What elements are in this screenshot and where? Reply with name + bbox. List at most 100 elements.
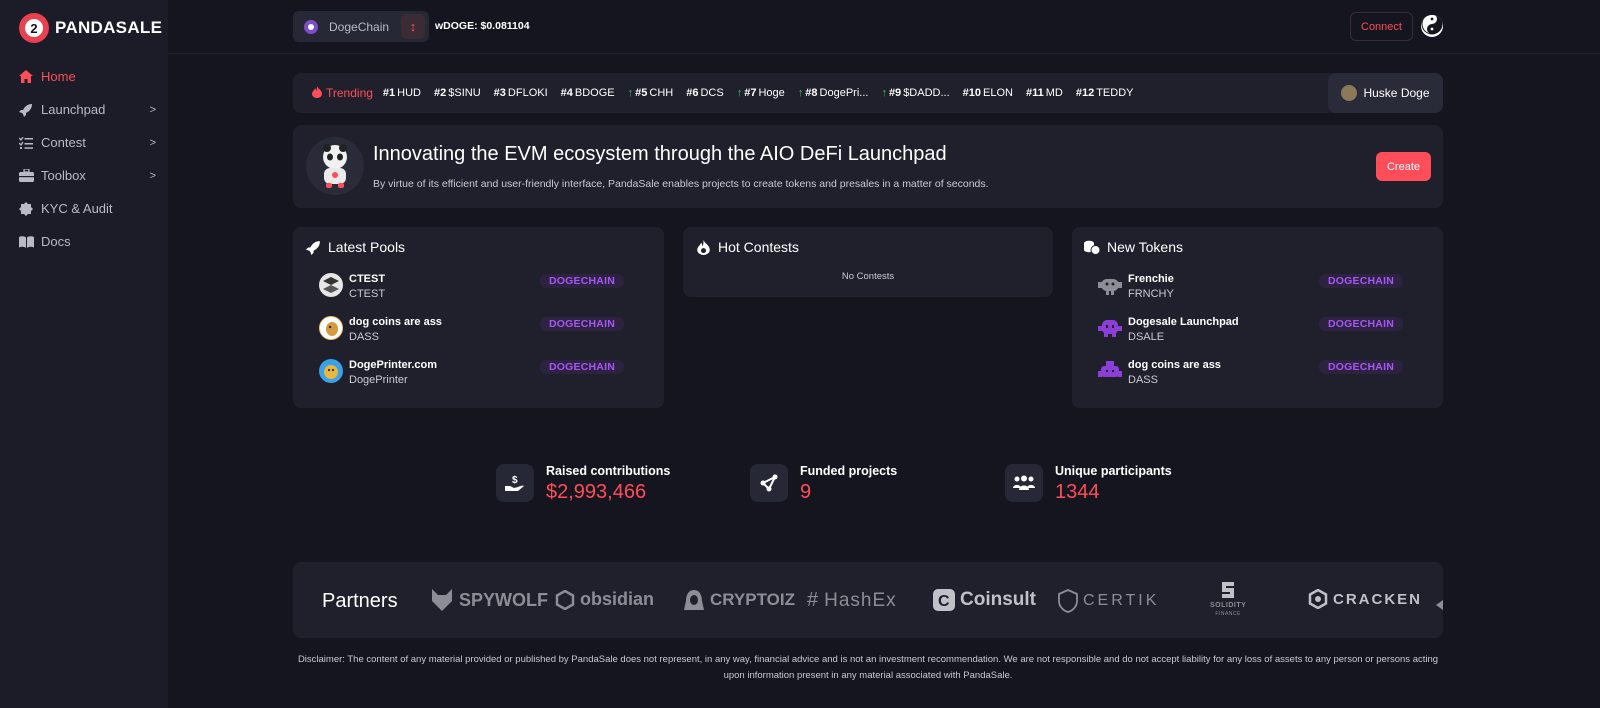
chevron-right-icon: > bbox=[149, 169, 156, 182]
trending-list: #1 HUD #2 $SINU #3 DFLOKI #4 BDOGE ↑ #5 CHH #6… bbox=[383, 87, 1147, 99]
trending-item[interactable]: #6 DCS bbox=[686, 87, 723, 99]
avatar bbox=[1341, 85, 1358, 101]
trending-item[interactable]: #1 HUD bbox=[383, 87, 421, 99]
hooded-figure-icon bbox=[683, 589, 705, 611]
hot-contests-card: Hot Contests No Contests bbox=[683, 227, 1053, 297]
trending-item[interactable]: #12 TEDDY bbox=[1076, 87, 1134, 99]
list-item[interactable]: dog coins are ass DASS DOGECHAIN bbox=[1098, 356, 1403, 390]
wdoge-price: wDOGE: $0.081104 bbox=[435, 20, 530, 32]
list-item[interactable]: DogePrinter.com DogePrinter DOGECHAIN bbox=[319, 356, 624, 390]
users-icon bbox=[1005, 464, 1043, 502]
partner-logo-obsidian[interactable]: obsidian bbox=[555, 589, 654, 610]
trending-item[interactable]: ↑ #8 DogePri... bbox=[798, 87, 869, 99]
trending-label: Trending bbox=[312, 85, 373, 101]
card-title: Latest Pools bbox=[305, 239, 405, 255]
arrow-up-icon: ↑ bbox=[736, 87, 743, 99]
yin-yang-icon bbox=[1421, 15, 1443, 37]
sidebar-nav: Home Launchpad > Contest > Toolbox > KYC… bbox=[0, 60, 168, 258]
stat-unique-participants: Unique participants 1344 bbox=[1005, 464, 1225, 508]
chain-badge: DOGECHAIN bbox=[1319, 317, 1403, 331]
chain-name: DogeChain bbox=[329, 19, 390, 34]
shield-icon bbox=[1058, 589, 1078, 613]
rocket-icon bbox=[305, 239, 321, 255]
svg-text:$: $ bbox=[512, 475, 518, 486]
partner-logo-coinsult[interactable]: C Coinsult bbox=[933, 589, 1036, 611]
token-avatar bbox=[319, 359, 343, 383]
partner-logo-cryptoiz[interactable]: CRYPTOIZ bbox=[683, 589, 795, 611]
trending-item[interactable]: #3 DFLOKI bbox=[494, 87, 548, 99]
latest-pools-card: Latest Pools CTEST CTEST DOGECHAIN dog c… bbox=[293, 227, 664, 408]
partner-logo-spywolf[interactable]: SPYWOLF bbox=[430, 589, 548, 611]
trending-item[interactable]: ↑ #7 Hoge bbox=[737, 87, 785, 99]
chain-selector[interactable]: DogeChain ↕ bbox=[293, 11, 429, 42]
home-icon bbox=[18, 69, 34, 85]
arrow-up-icon: ↑ bbox=[881, 87, 887, 99]
list-item[interactable]: Frenchie FRNCHY DOGECHAIN bbox=[1098, 270, 1403, 304]
solidity-s-icon bbox=[1219, 580, 1237, 600]
chevron-right-icon: > bbox=[149, 103, 156, 116]
partner-logo-cracken[interactable]: CRACKEN bbox=[1308, 589, 1422, 609]
sidebar-item-launchpad[interactable]: Launchpad > bbox=[0, 93, 168, 126]
arrow-up-icon: ↑ bbox=[797, 87, 804, 99]
user-name: Huske Doge bbox=[1363, 86, 1430, 100]
token-avatar bbox=[319, 273, 343, 297]
switch-chain-button[interactable]: ↕ bbox=[401, 14, 425, 39]
hexagon-icon bbox=[555, 589, 575, 610]
card-title: New Tokens bbox=[1084, 239, 1183, 255]
list-item[interactable]: CTEST CTEST DOGECHAIN bbox=[319, 270, 624, 304]
arrow-up-icon: ↑ bbox=[627, 87, 634, 99]
book-icon bbox=[18, 234, 34, 250]
top-bar: DogeChain ↕ wDOGE: $0.081104 Connect bbox=[168, 0, 1600, 54]
partner-logo-certik[interactable]: CERTIK bbox=[1058, 589, 1159, 613]
user-profile-button[interactable]: Huske Doge bbox=[1328, 73, 1443, 113]
sidebar-item-kyc-audit[interactable]: KYC & Audit bbox=[0, 192, 168, 225]
badge-icon bbox=[18, 201, 34, 217]
stat-raised-contributions: $ Raised contributions $2,993,466 bbox=[496, 464, 716, 508]
partners-bar: Partners SPYWOLF obsidian CRYPTOIZ # Has… bbox=[293, 562, 1443, 638]
coins-icon bbox=[1084, 239, 1100, 255]
trending-item[interactable]: ↑ #5 CHH bbox=[628, 87, 674, 99]
token-avatar bbox=[1098, 316, 1122, 340]
list-check-icon bbox=[18, 135, 34, 151]
card-title: Hot Contests bbox=[695, 239, 799, 255]
empty-state: No Contests bbox=[841, 271, 895, 282]
list-item[interactable]: dog coins are ass DASS DOGECHAIN bbox=[319, 313, 624, 347]
brand-name: PANDASALE bbox=[55, 18, 163, 37]
sidebar-item-label: Docs bbox=[41, 234, 71, 249]
trending-item[interactable]: #10 ELON bbox=[963, 87, 1013, 99]
trending-item[interactable]: #11 MD bbox=[1026, 87, 1063, 99]
sidebar-item-contest[interactable]: Contest > bbox=[0, 126, 168, 159]
scroll-left-icon[interactable] bbox=[1436, 600, 1443, 610]
sidebar-item-home[interactable]: Home bbox=[0, 60, 168, 93]
trending-item[interactable]: #4 BDOGE bbox=[561, 87, 615, 99]
new-tokens-card: New Tokens Frenchie FRNCHY DOGECHAIN Dog… bbox=[1072, 227, 1443, 408]
stat-funded-projects: Funded projects 9 bbox=[750, 464, 970, 508]
partner-logo-solidity-finance[interactable]: SOLIDITY FINANCE bbox=[1210, 580, 1246, 618]
hero-title: Innovating the EVM ecosystem through the… bbox=[373, 143, 947, 165]
wolf-icon bbox=[430, 589, 454, 611]
sidebar-item-toolbox[interactable]: Toolbox > bbox=[0, 159, 168, 192]
list-item[interactable]: Dogesale Launchpad DSALE DOGECHAIN bbox=[1098, 313, 1403, 347]
theme-toggle[interactable] bbox=[1421, 15, 1443, 37]
panda-logo-icon: 2 bbox=[19, 13, 49, 43]
partner-logo-hashex[interactable]: # HashEx bbox=[807, 589, 897, 612]
trending-item[interactable]: #2 $SINU bbox=[434, 87, 481, 99]
chain-badge: DOGECHAIN bbox=[540, 317, 624, 331]
chain-badge: DOGECHAIN bbox=[540, 360, 624, 374]
panda-astronaut-icon bbox=[306, 137, 364, 195]
sidebar: 2 PANDASALE Home Launchpad > Contest > T… bbox=[0, 0, 168, 708]
brand-logo[interactable]: 2 PANDASALE bbox=[19, 12, 162, 44]
create-button[interactable]: Create bbox=[1376, 152, 1431, 181]
sidebar-item-docs[interactable]: Docs bbox=[0, 225, 168, 258]
connect-wallet-button[interactable]: Connect bbox=[1350, 12, 1413, 41]
fire-icon bbox=[312, 85, 322, 101]
rocket-icon bbox=[18, 102, 34, 118]
sidebar-item-label: Contest bbox=[41, 135, 86, 150]
dogechain-icon bbox=[304, 19, 318, 34]
trending-item[interactable]: ↑ #9 $DADD... bbox=[881, 87, 949, 99]
hero-banner: Innovating the EVM ecosystem through the… bbox=[293, 125, 1443, 208]
hand-dollar-icon: $ bbox=[496, 464, 534, 502]
fire-icon bbox=[695, 239, 711, 255]
hero-subtitle: By virtue of its efficient and user-frie… bbox=[373, 178, 989, 190]
token-avatar bbox=[1098, 359, 1122, 383]
